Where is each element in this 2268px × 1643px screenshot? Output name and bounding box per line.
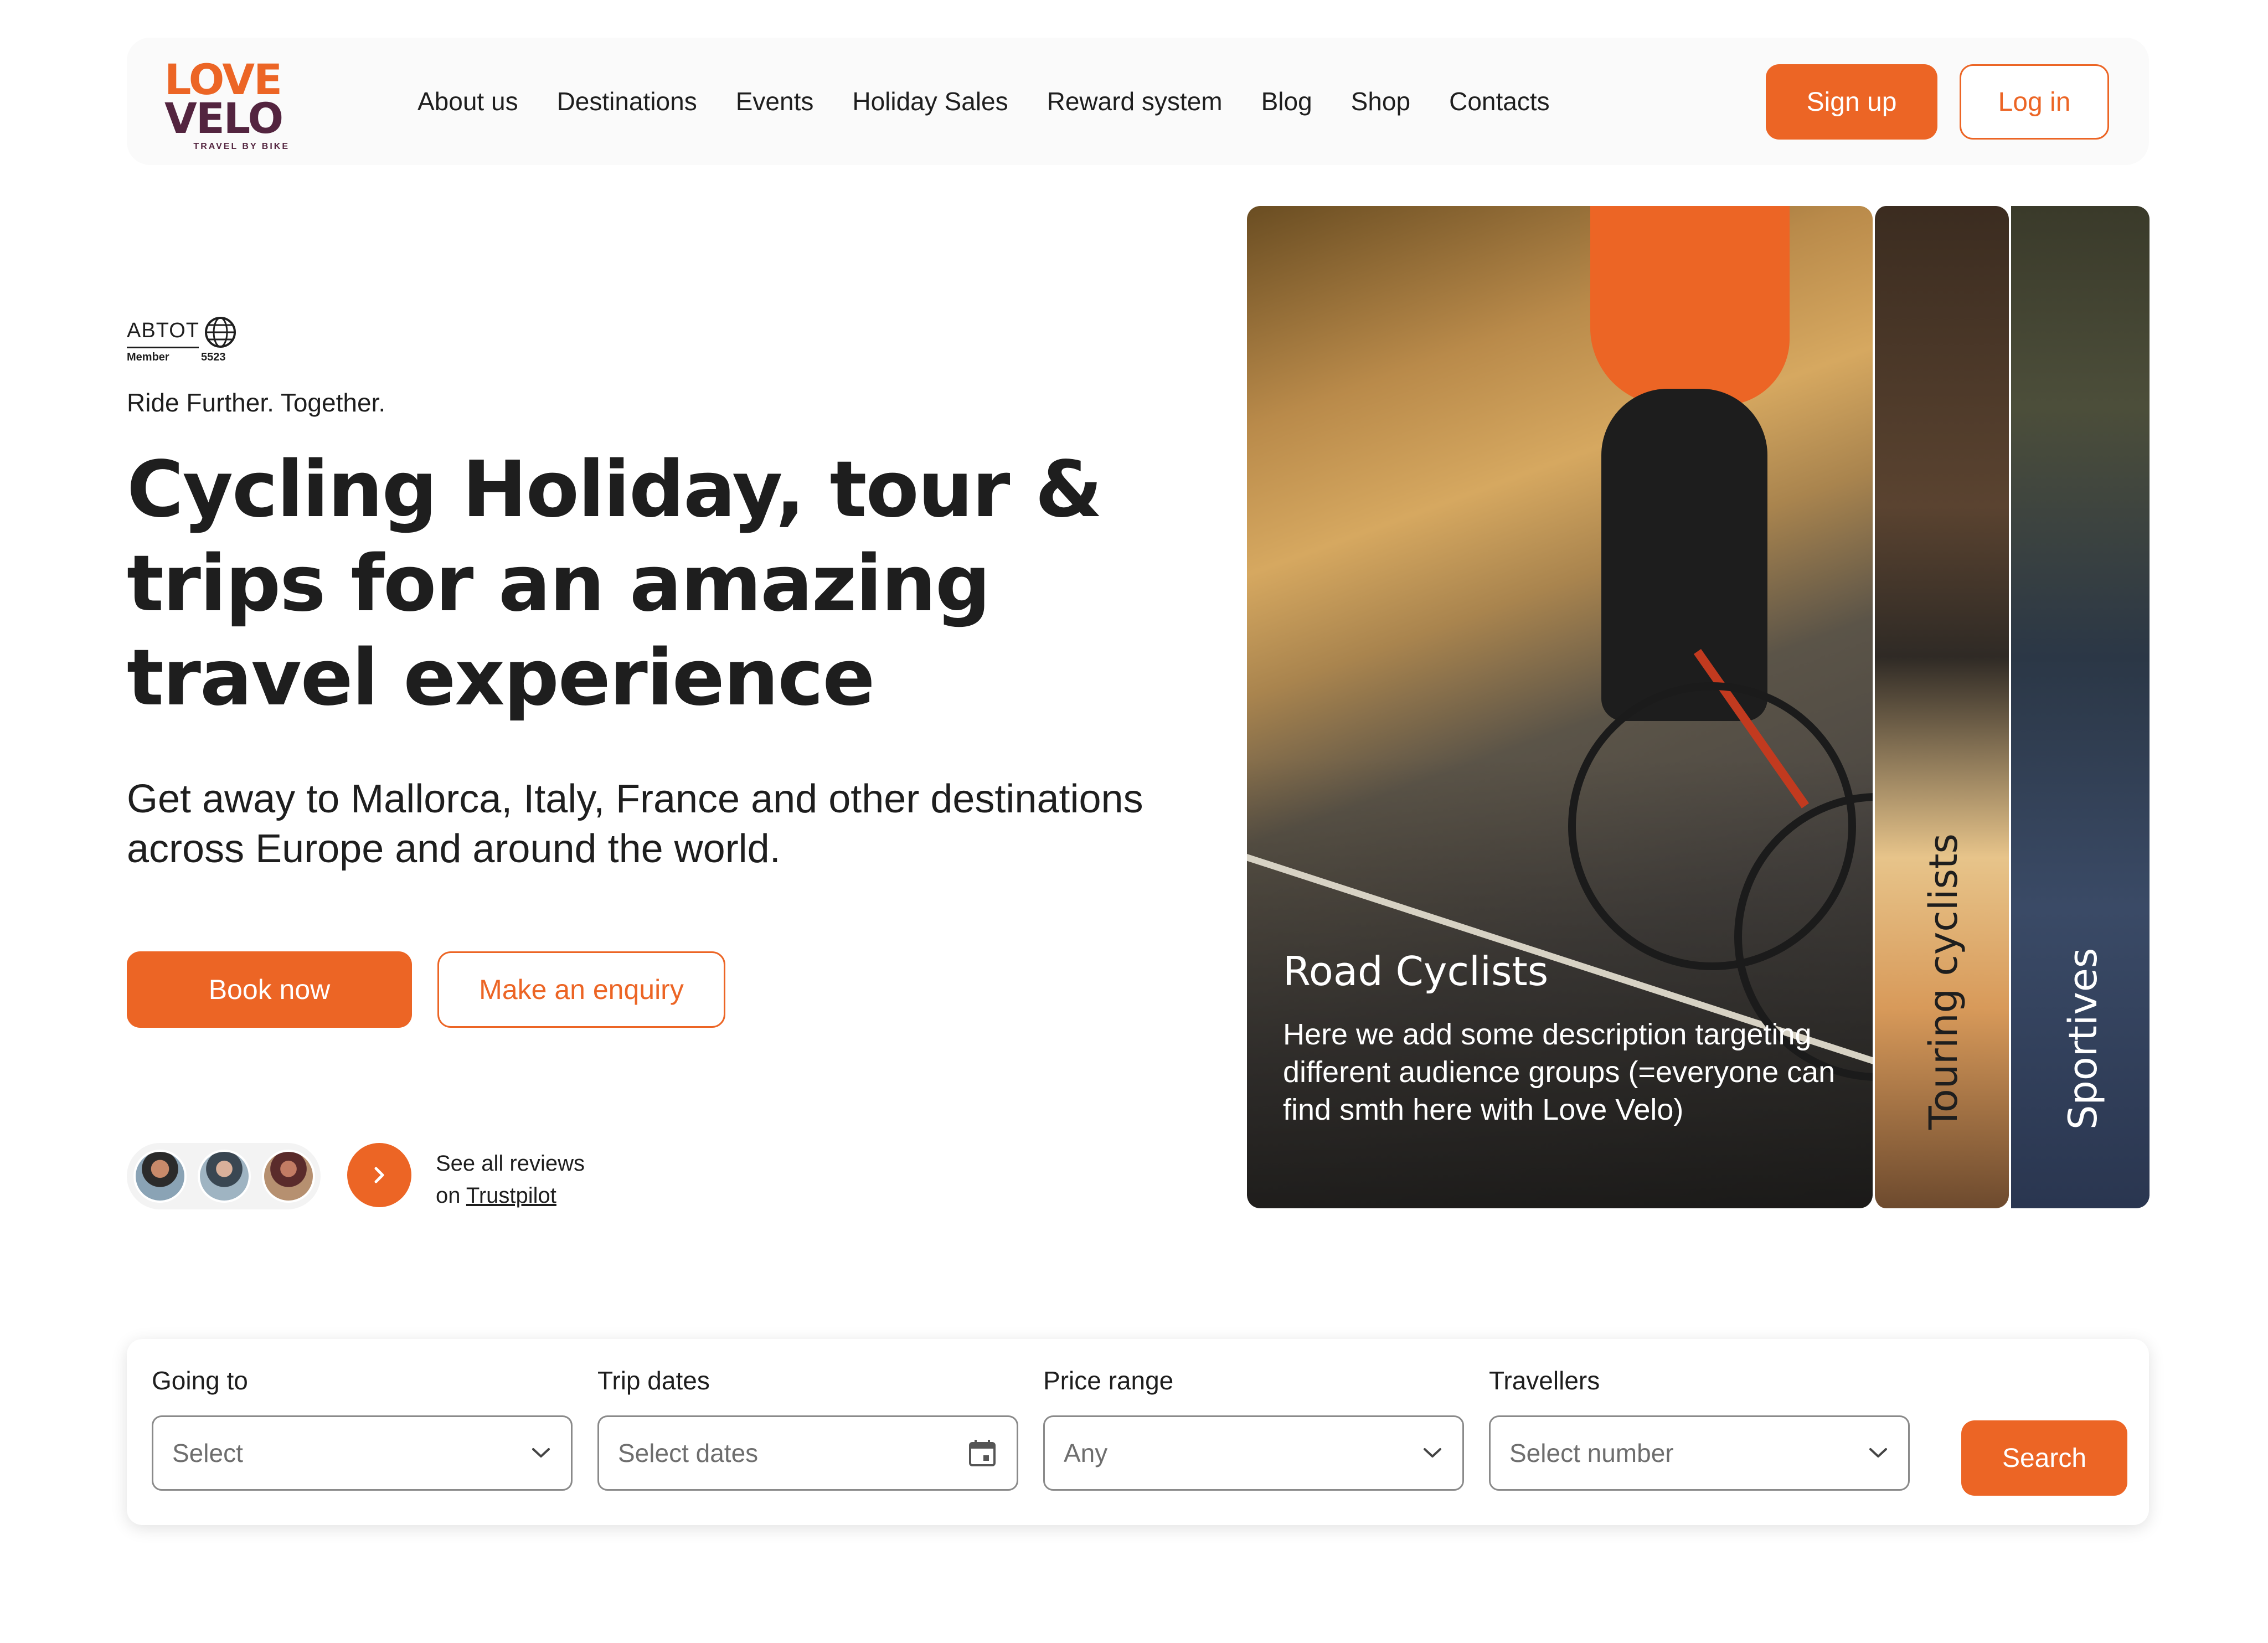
avatar [198,1150,251,1203]
going-to-placeholder: Select [172,1439,243,1467]
trustpilot-link[interactable]: Trustpilot [466,1183,556,1208]
reviews-text: See all reviews on Trustpilot [436,1147,657,1212]
price-range-label: Price range [1043,1366,1174,1395]
globe-icon [205,317,236,348]
going-to-field: Going to Select [152,1366,573,1491]
nav-contacts[interactable]: Contacts [1449,86,1550,116]
login-button[interactable]: Log in [1960,64,2109,140]
cyclist-legs [1601,389,1767,721]
book-now-button[interactable]: Book now [127,951,412,1028]
nav-shop[interactable]: Shop [1351,86,1410,116]
reviews-line1: See all reviews [436,1151,585,1176]
cyclist-jacket [1590,206,1790,405]
site-header: LOVE VELO TRAVEL BY BIKE About us Destin… [127,38,2149,165]
travellers-placeholder: Select number [1509,1439,1674,1467]
chevron-right-icon [374,1167,384,1183]
logo-tagline: TRAVEL BY BIKE [193,142,290,151]
nav-about-us[interactable]: About us [417,86,518,116]
nav-reward-system[interactable]: Reward system [1047,86,1223,116]
avatar [133,1150,187,1203]
reviews-line2: on Trustpilot [436,1180,657,1212]
sportives-label: Sportives [2060,947,2106,1130]
road-cyclists-title: Road Cyclists [1283,948,1549,995]
make-enquiry-button[interactable]: Make an enquiry [437,951,725,1028]
signup-button[interactable]: Sign up [1766,64,1937,140]
travellers-select[interactable]: Select number [1489,1415,1910,1491]
chevron-down-icon [1869,1448,1887,1457]
road-cyclists-description: Here we add some description targeting d… [1283,1018,1836,1126]
price-range-select[interactable]: Any [1043,1415,1464,1491]
reviewer-avatars [127,1143,321,1209]
abtot-name: ABTOT [127,319,199,342]
trip-search-bar: Going to Select Trip dates Select dates … [127,1339,2149,1525]
chevron-down-icon [1424,1448,1441,1457]
calendar-icon [969,1440,996,1466]
travellers-label: Travellers [1489,1366,1600,1395]
touring-cyclists-card[interactable]: Touring cyclists [1873,206,2009,1208]
main-nav: About us Destinations Events Holiday Sal… [417,38,1589,165]
nav-holiday-sales[interactable]: Holiday Sales [852,86,1008,116]
going-to-select[interactable]: Select [152,1415,573,1491]
hero-title: Cycling Holiday, tour & trips for an ama… [127,445,1102,723]
nav-destinations[interactable]: Destinations [557,86,697,116]
hero-tagline: Ride Further. Together. [127,388,386,417]
love-velo-logo[interactable]: LOVE VELO TRAVEL BY BIKE [164,59,292,152]
price-range-value: Any [1064,1439,1108,1467]
sportives-card[interactable]: Sportives [2009,206,2150,1208]
road-cyclists-card[interactable]: Road Cyclists Here we add some descripti… [1247,206,1873,1208]
search-button[interactable]: Search [1961,1420,2127,1496]
travellers-field: Travellers Select number [1489,1366,1910,1491]
reviews-arrow-button[interactable] [347,1143,411,1207]
avatar [262,1150,315,1203]
price-range-field: Price range Any [1043,1366,1464,1491]
trip-dates-label: Trip dates [597,1366,710,1395]
abtot-member-badge: ABTOT Member 5523 [127,316,249,368]
abtot-member-number: 5523 [201,351,226,363]
logo-word-velo: VELO [164,94,284,143]
nav-blog[interactable]: Blog [1261,86,1312,116]
badge-divider [127,347,199,348]
touring-cyclists-label: Touring cyclists [1921,833,1966,1130]
reviews-on: on [436,1183,466,1208]
abtot-member-label: Member [127,351,169,363]
trip-dates-input[interactable]: Select dates [597,1415,1018,1491]
trip-dates-placeholder: Select dates [618,1439,759,1467]
trip-dates-field: Trip dates Select dates [597,1366,1018,1491]
going-to-label: Going to [152,1366,248,1395]
chevron-down-icon [532,1448,550,1457]
nav-events[interactable]: Events [736,86,814,116]
hero-subtitle: Get away to Mallorca, Italy, France and … [127,777,1143,871]
audience-cards: Road Cyclists Here we add some descripti… [1247,206,2150,1208]
